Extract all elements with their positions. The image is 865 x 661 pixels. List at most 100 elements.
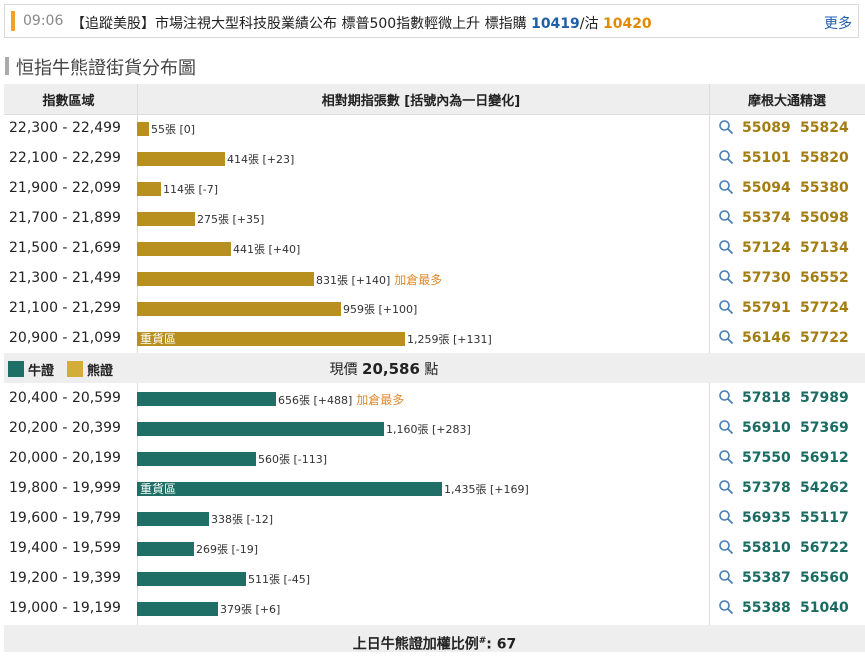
warrant-code[interactable]: 57724: [800, 300, 849, 316]
bear-bar: [137, 272, 314, 286]
search-icon[interactable]: [718, 209, 734, 225]
warrant-code[interactable]: 55791: [742, 300, 791, 316]
warrant-code[interactable]: 55089: [742, 120, 791, 136]
bull-bar: [137, 452, 256, 466]
current-price: 現價 20,586 點: [4, 359, 764, 379]
news-ticker[interactable]: 09:06 【追蹤美股】市場注視大型科技股業績公布 標普500指數輕微上升 標指…: [4, 4, 859, 38]
warrant-code[interactable]: 56560: [800, 570, 849, 586]
bar-value-label: 441張 [+40]: [233, 243, 301, 256]
warrant-code[interactable]: 55380: [800, 180, 849, 196]
index-range: 19,800 - 19,999: [9, 480, 121, 496]
search-icon[interactable]: [718, 299, 734, 315]
search-icon[interactable]: [718, 389, 734, 405]
bull-row: 19,400 - 19,599 269張 [-19] 55810 56722: [4, 534, 865, 564]
warrant-code[interactable]: 55388: [742, 600, 791, 616]
warrant-code[interactable]: 56722: [800, 540, 849, 556]
bar-value-label: 656張 [+488] 加倉最多: [278, 393, 405, 407]
bear-row: 21,300 - 21,499 831張 [+140] 加倉最多 57730 56552: [4, 264, 865, 294]
search-icon[interactable]: [718, 569, 734, 585]
warrant-code[interactable]: 55820: [800, 150, 849, 166]
ticker-headline-text: 【追蹤美股】市場注視大型科技股業績公布 標普500指數輕微上升 標指購: [71, 16, 527, 32]
search-icon[interactable]: [718, 599, 734, 615]
bull-row: 19,600 - 19,799 338張 [-12] 56935 55117: [4, 504, 865, 534]
bear-bar: [137, 182, 161, 196]
bear-row: 21,900 - 22,099 114張 [-7] 55094 55380: [4, 174, 865, 204]
search-icon[interactable]: [718, 449, 734, 465]
warrant-code[interactable]: 54262: [800, 480, 849, 496]
search-icon[interactable]: [718, 479, 734, 495]
header-contracts: 相對期指張數 [括號內為一日變化]: [133, 84, 709, 115]
search-icon[interactable]: [718, 119, 734, 135]
warrant-code[interactable]: 57124: [742, 240, 791, 256]
ticker-accent-bar: [11, 11, 15, 31]
search-icon[interactable]: [718, 269, 734, 285]
bull-bar: [137, 572, 246, 586]
warrant-code[interactable]: 55810: [742, 540, 791, 556]
index-range: 19,600 - 19,799: [9, 510, 121, 526]
warrant-code[interactable]: 56552: [800, 270, 849, 286]
warrant-code[interactable]: 57134: [800, 240, 849, 256]
bar-value-label: 114張 [-7]: [163, 183, 219, 196]
warrant-code[interactable]: 56146: [742, 330, 791, 346]
warrant-code[interactable]: 56910: [742, 420, 791, 436]
bull-row: 19,000 - 19,199 379張 [+6] 55388 51040: [4, 594, 865, 624]
index-range: 20,200 - 20,399: [9, 420, 121, 436]
warrant-code[interactable]: 55098: [800, 210, 849, 226]
ticker-time: 09:06: [23, 13, 64, 29]
current-price-unit: 點: [424, 362, 439, 378]
heavy-zone-label: 重貨區: [140, 482, 177, 496]
bull-row: 20,200 - 20,399 1,160張 [+283] 56910 57369: [4, 414, 865, 444]
bar-value-label: 379張 [+6]: [220, 603, 281, 616]
search-icon[interactable]: [718, 419, 734, 435]
bull-row: 20,400 - 20,599 656張 [+488] 加倉最多 57818 57989: [4, 384, 865, 414]
header-picks: 摩根大通精選: [709, 84, 865, 115]
warrant-code[interactable]: 55101: [742, 150, 791, 166]
bear-bar: [137, 122, 149, 136]
warrant-code[interactable]: 57818: [742, 390, 791, 406]
bear-row: 20,900 - 21,099 重貨區 1,259張 [+131] 56146 5772…: [4, 324, 865, 354]
bar-value-label: 55張 [0]: [151, 123, 196, 136]
warrant-code[interactable]: 55374: [742, 210, 791, 226]
index-range: 21,700 - 21,899: [9, 210, 121, 226]
bar-value-label: 959張 [+100]: [343, 303, 418, 316]
warrant-code[interactable]: 56935: [742, 510, 791, 526]
warrant-code[interactable]: 55094: [742, 180, 791, 196]
warrant-code[interactable]: 56912: [800, 450, 849, 466]
warrant-code[interactable]: 57722: [800, 330, 849, 346]
warrant-code[interactable]: 57730: [742, 270, 791, 286]
index-range: 21,100 - 21,299: [9, 300, 121, 316]
search-icon[interactable]: [718, 149, 734, 165]
bar-value-label: 511張 [-45]: [248, 573, 311, 586]
index-range: 21,900 - 22,099: [9, 180, 121, 196]
search-icon[interactable]: [718, 509, 734, 525]
bar-value-label: 1,160張 [+283]: [386, 423, 471, 436]
warrant-code[interactable]: 55387: [742, 570, 791, 586]
bar-value-label: 560張 [-113]: [258, 453, 328, 466]
warrant-code[interactable]: 55117: [800, 510, 849, 526]
bar-value-label: 831張 [+140] 加倉最多: [316, 273, 443, 287]
warrant-code[interactable]: 57989: [800, 390, 849, 406]
current-price-label: 現價: [329, 362, 358, 378]
bull-bar: [137, 512, 209, 526]
bull-bar: 重貨區: [137, 482, 442, 496]
current-price-value: 20,586: [362, 360, 420, 378]
ticker-headline[interactable]: 【追蹤美股】市場注視大型科技股業績公布 標普500指數輕微上升 標指購 1041…: [71, 13, 652, 33]
warrant-code[interactable]: 57378: [742, 480, 791, 496]
search-icon[interactable]: [718, 239, 734, 255]
warrant-code[interactable]: 55824: [800, 120, 849, 136]
warrant-code[interactable]: 51040: [800, 600, 849, 616]
bar-value-label: 338張 [-12]: [211, 513, 274, 526]
more-link[interactable]: 更多: [824, 13, 852, 33]
index-range: 20,900 - 21,099: [9, 330, 121, 346]
index-range: 19,200 - 19,399: [9, 570, 121, 586]
most-added-tag: 加倉最多: [356, 393, 405, 407]
search-icon[interactable]: [718, 539, 734, 555]
ticker-value-put: 10420: [602, 16, 652, 32]
warrant-code[interactable]: 57550: [742, 450, 791, 466]
bear-row: 21,100 - 21,299 959張 [+100] 55791 57724: [4, 294, 865, 324]
bear-bar: [137, 302, 341, 316]
index-range: 21,300 - 21,499: [9, 270, 121, 286]
search-icon[interactable]: [718, 179, 734, 195]
warrant-code[interactable]: 57369: [800, 420, 849, 436]
search-icon[interactable]: [718, 329, 734, 345]
